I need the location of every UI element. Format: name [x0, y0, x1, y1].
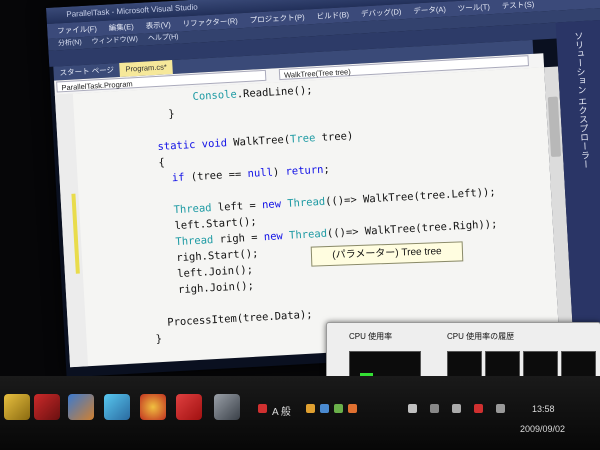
code-token: righ =: [213, 231, 265, 247]
code-line: righ.Start();: [176, 248, 259, 265]
cpu-history-label: CPU 使用率の履歴: [447, 332, 515, 341]
code-token: ;: [323, 163, 331, 176]
code-token: righ.Start();: [176, 247, 259, 265]
volume-icon[interactable]: [496, 404, 505, 413]
paper-icon[interactable]: [104, 394, 130, 420]
menu-item-6[interactable]: デバッグ(D): [361, 7, 402, 18]
code-line: if (tree == null) return;: [172, 163, 331, 184]
taskbar: A 般 13:58 2009/09/02: [0, 376, 600, 450]
code-line: }: [155, 333, 162, 345]
scrollbar-thumb[interactable]: [547, 96, 562, 158]
solution-explorer-title: ソリューション エクスプローラー: [573, 31, 591, 169]
windows-icon[interactable]: [140, 394, 166, 420]
code-line: static void WalkTree(Tree tree): [157, 130, 353, 153]
code-token: left.Join();: [176, 263, 254, 281]
code-token: (()=> WalkTree(tree.Left));: [324, 186, 496, 208]
keyword-token: new: [263, 230, 284, 244]
clock-time[interactable]: 13:58: [532, 404, 555, 414]
code-token: (()=> WalkTree(tree.Righ));: [326, 218, 498, 240]
code-token: tree): [315, 130, 354, 145]
code-line: ProcessItem(tree.Data);: [167, 309, 313, 329]
keyword-token: if: [171, 171, 185, 185]
tray-icon-7[interactable]: [430, 404, 439, 413]
code-token: ): [272, 165, 286, 179]
tray-icon-3[interactable]: [320, 404, 329, 413]
monitor-icon[interactable]: [214, 394, 240, 420]
keyword-token: new: [261, 198, 282, 212]
menu-item-0[interactable]: ファイル(F): [57, 24, 97, 35]
code-line: Thread left = new Thread(()=> WalkTree(t…: [173, 186, 496, 216]
code-token: left =: [211, 199, 263, 215]
type-token: Thread: [175, 234, 214, 249]
tools-icon[interactable]: [34, 394, 60, 420]
clock-date[interactable]: 2009/09/02: [520, 424, 565, 434]
type-token: Tree: [289, 132, 316, 146]
butterfly-icon[interactable]: [68, 394, 94, 420]
powerpoint-icon[interactable]: [176, 394, 202, 420]
code-token: righ.Join();: [177, 279, 255, 297]
type-token: Console: [192, 88, 238, 103]
ime-indicator[interactable]: A 般: [272, 403, 291, 418]
tray-icon-1[interactable]: [258, 404, 267, 413]
menu-item-1[interactable]: 編集(E): [109, 22, 134, 32]
code-token: left.Start();: [174, 215, 257, 233]
code-line: righ.Join();: [178, 280, 254, 296]
type-token: Thread: [288, 227, 328, 242]
code-token: ProcessItem(tree.Data);: [167, 308, 313, 329]
tray-icon-6[interactable]: [408, 404, 417, 413]
menu-item-5[interactable]: ビルド(B): [316, 10, 349, 21]
code-token: }: [155, 333, 163, 346]
code-token: .ReadLine();: [236, 84, 313, 101]
menu-item-3[interactable]: リファクター(R): [182, 16, 238, 28]
code-line: {: [158, 157, 165, 169]
type-token: Thread: [286, 195, 326, 210]
code-line: Console.ReadLine();: [192, 84, 313, 103]
tray-icon-8[interactable]: [452, 404, 461, 413]
menu-item-4[interactable]: プロジェクト(P): [249, 13, 304, 25]
keyword-token: null: [247, 166, 274, 180]
code-line: left.Join();: [177, 264, 253, 280]
desktop-screen: ParallelTask - Microsoft Visual Studio フ…: [46, 0, 600, 378]
tray-icon-5[interactable]: [348, 404, 357, 413]
menu-item-8[interactable]: ツール(T): [458, 2, 491, 13]
code-token: (tree ==: [184, 168, 248, 184]
tray-icon-9[interactable]: [474, 404, 483, 413]
menu-item-7[interactable]: データ(A): [413, 5, 446, 16]
menu-item-9[interactable]: テスト(S): [502, 0, 535, 11]
menu2-item-1[interactable]: ウィンドウ(W): [91, 36, 138, 46]
code-line: left.Start();: [174, 216, 257, 233]
code-token: }: [167, 107, 175, 121]
keyword-token: return: [285, 163, 324, 178]
menu2-item-0[interactable]: 分析(N): [58, 39, 82, 47]
cpu-usage-label: CPU 使用率: [349, 332, 393, 341]
menu2-item-2[interactable]: ヘルプ(H): [148, 34, 179, 43]
code-token: WalkTree(: [226, 133, 291, 150]
code-line: }: [168, 108, 175, 120]
editor-margin: [54, 93, 89, 368]
keyword-token: void: [201, 137, 228, 151]
menu-item-2[interactable]: 表示(V): [145, 20, 170, 30]
code-token: {: [158, 156, 166, 169]
tray-icon-2[interactable]: [306, 404, 315, 413]
tray-icon-4[interactable]: [334, 404, 343, 413]
keyword-token: static: [157, 138, 196, 153]
type-token: Thread: [173, 202, 212, 217]
folder-icon[interactable]: [4, 394, 30, 420]
